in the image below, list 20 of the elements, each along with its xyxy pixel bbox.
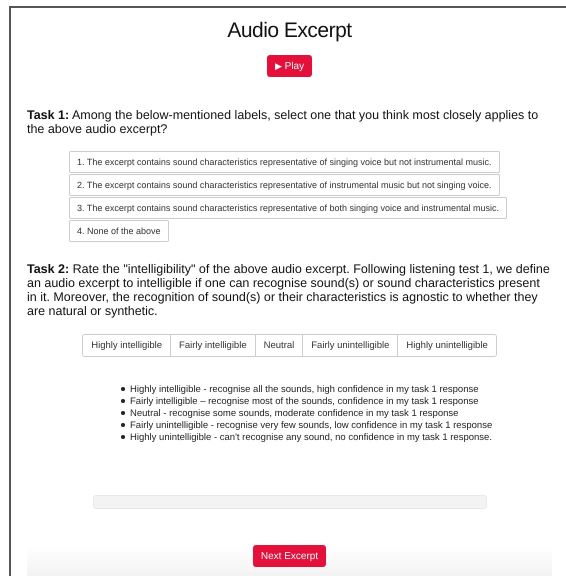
page-title: Audio Excerpt <box>226 19 353 43</box>
answer-option[interactable]: 3. The excerpt contains sound characteristics representative of both singing voice and instrumental music. <box>69 197 508 219</box>
bullet-icon <box>121 387 125 391</box>
answer-option[interactable]: 4. None of the above <box>69 220 169 242</box>
rating-description: Fairly unintelligible - recognise very few sounds, low confidence in my task 1 response <box>130 420 492 430</box>
rating-description: Fairly intelligible – recognise most of the sounds, confidence in my task 1 response <box>130 396 479 406</box>
next-excerpt-button[interactable]: Next Excerpt <box>252 545 326 567</box>
rating-description: Highly unintelligible - can't recognise any sound, no confidence in my task 1 response. <box>130 432 492 442</box>
rating-button[interactable]: Highly unintelligible <box>397 335 496 356</box>
rating-description: Highly intelligible - recognise all the sounds, high confidence in my task 1 response <box>130 384 479 394</box>
task-description: Task 1: Among the below-mentioned labels, select one that you think most closely applies to the above audio excerpt? <box>27 108 540 136</box>
play-button[interactable]: ▶ Play <box>266 55 312 77</box>
task-description: Task 2: Rate the "intelligibility" of the above audio excerpt. Following listening test 1, we define an audio excerpt to intelligible if one can recognise sound(s) or sound characteristics present in it. Moreover, the recognition of sound(s) or their characteristics is agnostic to whether they are natural or synthetic. <box>27 262 551 318</box>
bullet-icon <box>121 423 125 427</box>
bullet-icon <box>121 435 125 439</box>
answer-option[interactable]: 2. The excerpt contains sound characteristics representative of instrumental music but not singing voice. <box>69 174 500 196</box>
rating-description: Neutral - recognise some sounds, moderate confidence in my task 1 response <box>130 408 458 418</box>
bullet-icon <box>121 399 125 403</box>
bullet-icon <box>121 411 125 415</box>
answer-option[interactable]: 1. The excerpt contains sound characteristics representative of singing voice but not instrumental music. <box>69 151 500 173</box>
